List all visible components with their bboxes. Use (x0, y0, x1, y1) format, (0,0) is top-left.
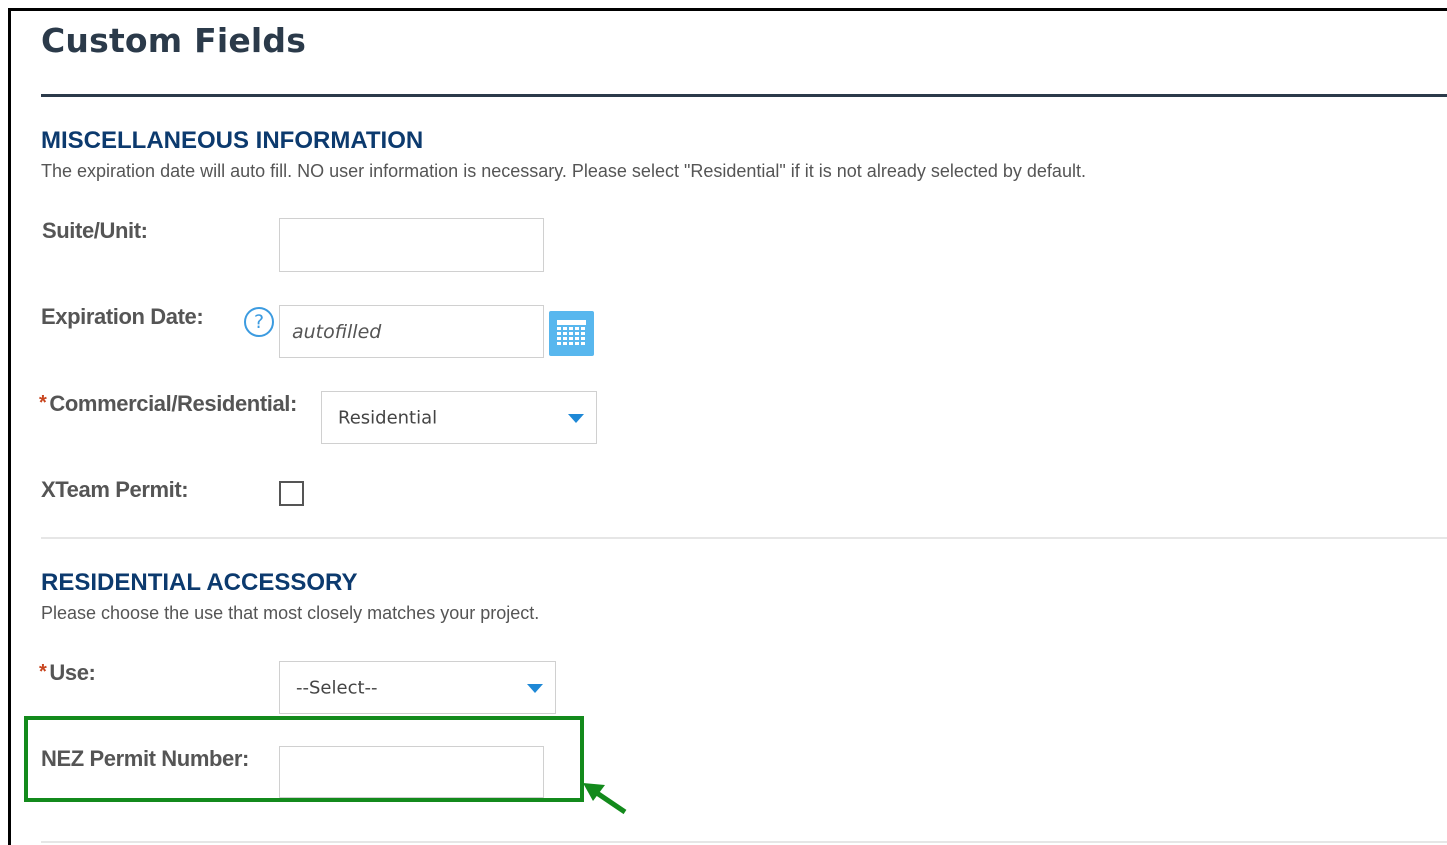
expiration-date-label: Expiration Date: (41, 304, 204, 329)
suite-unit-input[interactable] (279, 218, 544, 272)
commercial-residential-label: * Commercial/Residential: (39, 391, 297, 417)
required-marker: * (39, 392, 47, 414)
commercial-residential-select[interactable]: Residential (321, 391, 597, 444)
caret-down-icon (527, 683, 543, 693)
misc-section-title: MISCELLANEOUS INFORMATION (41, 127, 424, 154)
highlight-box (24, 716, 584, 802)
expiration-date-input[interactable] (279, 305, 544, 358)
required-marker: * (39, 661, 47, 683)
use-selected: --Select-- (296, 677, 378, 698)
question-circle-icon[interactable]: ? (244, 307, 274, 337)
misc-section-description: The expiration date will auto fill. NO u… (41, 161, 1086, 181)
calendar-icon (557, 320, 586, 325)
residential-section-title: RESIDENTIAL ACCESSORY (41, 569, 358, 596)
xteam-permit-label: XTeam Permit: (41, 477, 189, 502)
section-divider (41, 537, 1447, 539)
page-title: Custom Fields (41, 21, 307, 60)
custom-fields-panel: Custom Fields MISCELLANEOUS INFORMATION … (8, 8, 1447, 845)
commercial-residential-selected: Residential (338, 407, 438, 428)
use-label-text: Use: (49, 660, 96, 685)
use-label: * Use: (39, 660, 96, 686)
calendar-button[interactable] (549, 311, 594, 356)
commercial-residential-label-text: Commercial/Residential: (49, 391, 297, 416)
suite-unit-label: Suite/Unit: (42, 218, 148, 243)
caret-down-icon (568, 413, 584, 423)
residential-section-description: Please choose the use that most closely … (41, 603, 540, 623)
arrow-icon (583, 783, 627, 815)
xteam-permit-checkbox[interactable] (279, 481, 304, 506)
title-divider (41, 94, 1447, 97)
bottom-divider (41, 841, 1447, 843)
use-select[interactable]: --Select-- (279, 661, 556, 714)
